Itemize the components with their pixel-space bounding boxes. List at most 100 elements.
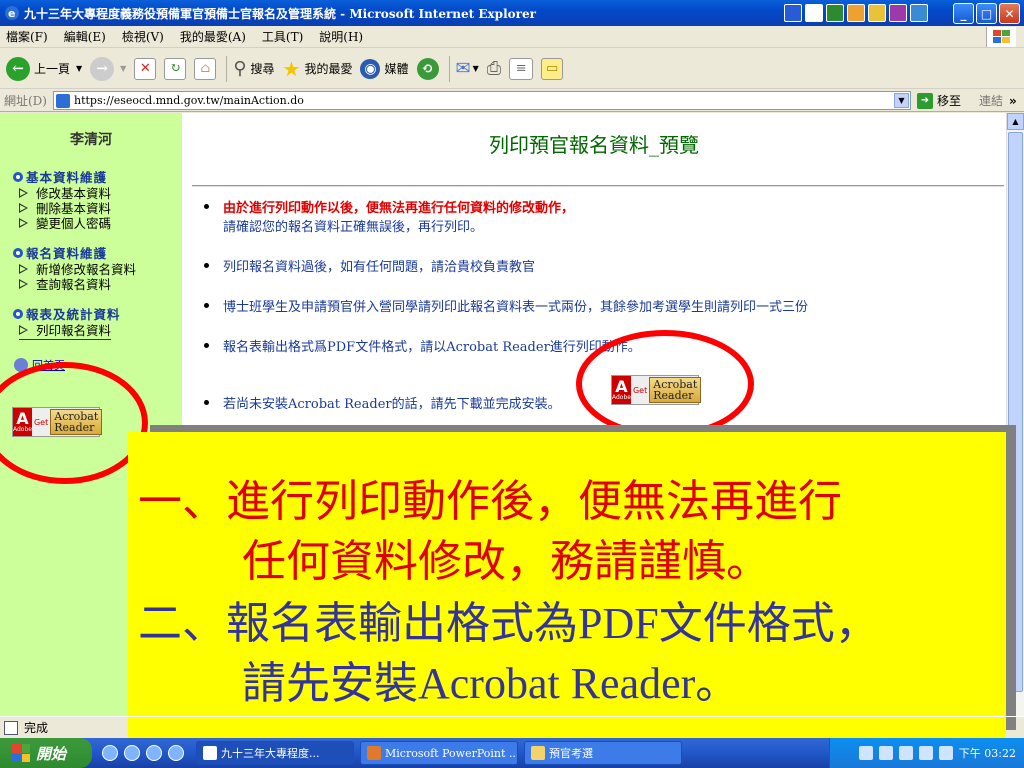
svg-text:e: e [8, 7, 15, 20]
menu-favorites[interactable]: 我的最愛(A) [180, 28, 246, 45]
history-icon: ⟲ [416, 57, 439, 80]
edit-button[interactable]: ≡ [509, 57, 534, 80]
print-button[interactable]: ⎙ [487, 58, 501, 79]
back-arrow-icon: ← [6, 56, 30, 81]
maximize-button[interactable]: □ [976, 3, 997, 24]
system-tray: 下午 03:22 [829, 738, 1024, 768]
menu-tools[interactable]: 工具(T) [262, 28, 303, 45]
search-label: 搜尋 [250, 62, 275, 76]
back-dropdown-icon[interactable]: ▼ [76, 64, 82, 73]
sidebar-item-label: 變更個人密碼 [36, 216, 112, 231]
desktop-icon[interactable] [146, 745, 162, 761]
address-input[interactable]: https://eseocd.mnd.gov.tw/mainAction.do … [53, 91, 911, 110]
ie-icon: e [5, 6, 19, 20]
toolbar-separator [448, 55, 450, 82]
note-2: 列印報名資料過後，如有任何問題，請洽貴校負責教官 [204, 256, 535, 275]
history-button[interactable]: ⟲ [416, 57, 439, 80]
menu-edit[interactable]: 編輯(E) [64, 28, 106, 45]
back-button[interactable]: ← 上一頁 ▼ [6, 56, 82, 81]
notice-line-4: 請先安裝Acrobat Reader。 [242, 659, 740, 708]
office-icon[interactable] [784, 4, 802, 22]
excel-icon[interactable] [826, 4, 844, 22]
refresh-button[interactable]: ↻ [164, 57, 187, 80]
section-bullet-icon [13, 308, 23, 319]
edit-page-icon: ≡ [509, 57, 534, 80]
notice-line-1: 一、進行列印動作後，便無法再進行 [138, 472, 842, 532]
word-icon[interactable] [805, 4, 823, 22]
office-shortcut-bar [784, 4, 928, 22]
user-name: 李清河 [70, 132, 112, 148]
access-icon[interactable] [889, 4, 907, 22]
go-button[interactable]: ➜ 移至 [917, 92, 961, 109]
powerpoint-task-icon [367, 746, 381, 760]
note-text: 若尚未安裝Acrobat Reader的話，請先下載並完成安裝。 [223, 397, 561, 412]
links-label[interactable]: 連結 [979, 92, 1003, 109]
media-player-icon[interactable] [102, 745, 118, 761]
clock: 下午 03:22 [958, 747, 1016, 760]
address-dropdown-icon[interactable]: ▼ [894, 93, 909, 108]
taskbar: 開始 九十三年大專程度... Microsoft PowerPoint ... … [0, 738, 1024, 768]
help-tray-icon[interactable] [878, 746, 893, 760]
favorites-label: 我的最愛 [304, 62, 353, 76]
sidebar-item-print-registration[interactable]: 列印報名資料 [19, 320, 112, 340]
triangle-icon [19, 278, 28, 289]
forward-dropdown-icon[interactable]: ▼ [120, 64, 126, 73]
powerpoint-icon[interactable] [847, 4, 865, 22]
title-bar: e 九十三年大專程度義務役預備軍官預備士官報名及管理系統 - Microsoft… [0, 0, 1024, 26]
standard-toolbar: ← 上一頁 ▼ → ▼ ✕ ↻ ⌂ ⚲ 搜尋 ★ 我的最愛 ◉ 媒體 ⟲ ✉ ▼… [0, 49, 1024, 89]
publisher-icon[interactable] [910, 4, 928, 22]
close-button[interactable]: ✕ [999, 3, 1020, 24]
task-powerpoint[interactable]: Microsoft PowerPoint ... [360, 741, 518, 765]
mail-button[interactable]: ✉ ▼ [456, 58, 479, 79]
chevron-right-icon[interactable]: » [1009, 94, 1017, 108]
notice-line-3: 二、報名表輸出格式為PDF文件格式， [138, 594, 879, 654]
bullet-dot [204, 400, 209, 405]
page-status-icon [4, 720, 18, 735]
mail-icon: ✉ [455, 58, 471, 79]
minimize-button[interactable]: _ [953, 3, 974, 24]
stop-button[interactable]: ✕ [134, 57, 157, 80]
triangle-icon [19, 187, 28, 198]
menu-file[interactable]: 檔案(F) [6, 28, 48, 45]
triangle-icon [19, 324, 28, 335]
network-tray-icon[interactable] [918, 746, 933, 760]
media-button[interactable]: ◉ 媒體 [360, 58, 409, 79]
status-bar: 完成 [0, 716, 1024, 738]
menu-view[interactable]: 檢視(V) [122, 28, 164, 45]
messenger-icon[interactable] [168, 745, 184, 761]
stop-icon: ✕ [134, 57, 157, 80]
forward-button[interactable]: → ▼ [90, 56, 126, 81]
triangle-icon [19, 202, 28, 213]
menu-help[interactable]: 說明(H) [319, 28, 363, 45]
favorites-button[interactable]: ★ 我的最愛 [283, 57, 353, 81]
sidebar-item-change-password[interactable]: 變更個人密碼 [19, 213, 111, 232]
home-button[interactable]: ⌂ [194, 57, 217, 80]
mail-dropdown-icon[interactable]: ▼ [473, 64, 479, 73]
section-bullet-icon [13, 171, 23, 182]
refresh-icon: ↻ [164, 57, 187, 80]
window-title: 九十三年大專程度義務役預備軍官預備士官報名及管理系統 - Microsoft I… [24, 6, 536, 21]
outlook-icon[interactable] [868, 4, 886, 22]
note-text: 博士班學生及申請預官併入營同學請列印此報名資料表一式兩份，其餘參加考選學生則請列… [223, 300, 809, 315]
start-button[interactable]: 開始 [0, 738, 92, 768]
bullet-dot [204, 204, 209, 209]
forward-arrow-icon: → [90, 56, 115, 81]
media-globe-icon: ◉ [360, 58, 381, 79]
page-title: 列印預官報名資料_預覽 [489, 133, 699, 157]
sidebar-item-label: 查詢報名資料 [36, 277, 112, 292]
tray-icon[interactable] [858, 746, 873, 760]
task-folder[interactable]: 預官考選 [524, 741, 682, 765]
volume-tray-icon[interactable] [938, 746, 953, 760]
scroll-up-icon[interactable]: ▲ [1007, 113, 1024, 130]
back-label: 上一頁 [34, 62, 71, 76]
discuss-button[interactable]: ▭ [541, 57, 564, 80]
sidebar-item-query-registration[interactable]: 查詢報名資料 [19, 274, 111, 293]
sidebar-item-label: 列印報名資料 [36, 323, 112, 338]
ie-launch-icon[interactable] [124, 745, 140, 761]
notice-number: 二、 [138, 599, 226, 648]
search-button[interactable]: ⚲ 搜尋 [233, 58, 274, 79]
notice-overlay: 一、進行列印動作後，便無法再進行 任何資料修改，務請謹慎。 二、報名表輸出格式為… [128, 432, 1006, 742]
task-ie[interactable]: 九十三年大專程度... [196, 741, 354, 765]
menu-bar: 檔案(F) 編輯(E) 檢視(V) 我的最愛(A) 工具(T) 說明(H) [0, 26, 1024, 48]
tray-icon[interactable] [898, 746, 913, 760]
